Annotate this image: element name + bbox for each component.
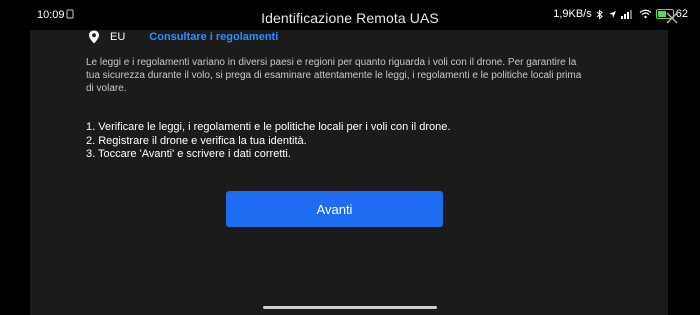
region-row: EU Consultare i regolamenti [88,30,278,44]
page-title: Identificazione Remota UAS [261,10,439,26]
step-item: 3. Toccare 'Avanti' e scrivere i dati co… [86,148,291,160]
avanti-button[interactable]: Avanti [226,191,443,227]
region-code: EU [110,31,126,43]
regulations-link[interactable]: Consultare i regolamenti [149,31,278,43]
description-text: Le leggi e i regolamenti variano in dive… [86,57,582,94]
home-indicator[interactable] [263,306,437,309]
step-item: 2. Registrare il drone e verifica la tua… [86,134,307,147]
location-pin-icon [89,30,99,44]
close-icon[interactable] [666,12,678,24]
steps-list: 1. Verificare le leggi, i regolamenti e … [86,121,606,162]
step-item: 1. Verificare le leggi, i regolamenti e … [86,121,451,133]
